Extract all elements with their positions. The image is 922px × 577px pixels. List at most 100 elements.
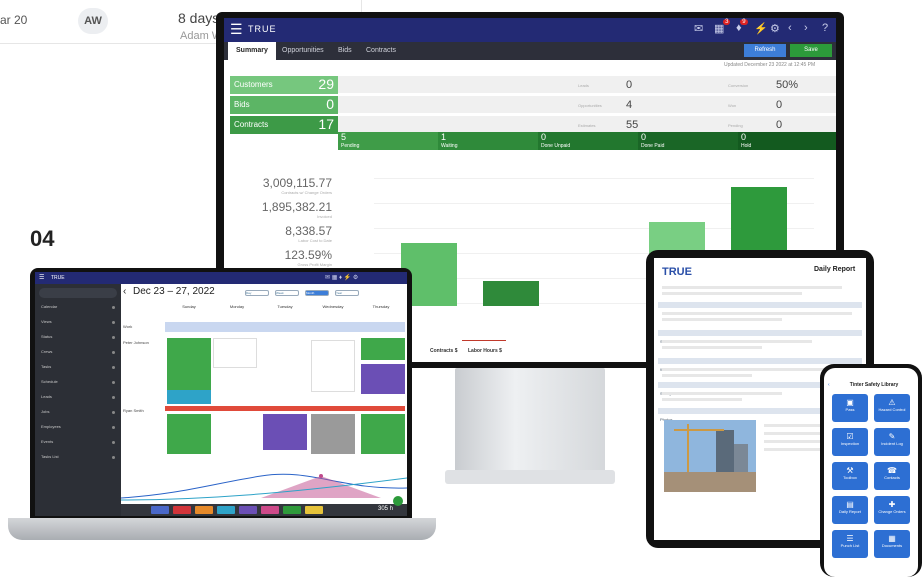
calendar-event[interactable] — [213, 338, 257, 368]
sidebar-item[interactable]: Leads — [41, 394, 117, 404]
sidebar-item[interactable]: Views — [41, 319, 117, 329]
refresh-button[interactable]: Refresh — [744, 44, 786, 57]
kpi-0[interactable]: Customers 29 — [230, 76, 338, 94]
sidebar-item[interactable]: Tasks List — [41, 454, 117, 464]
bolt-icon[interactable]: ⚡ — [754, 22, 768, 35]
calendar-event[interactable] — [361, 338, 405, 360]
prev-week-icon[interactable]: ‹ — [123, 286, 126, 297]
sidebar-item-dot — [112, 321, 115, 324]
status-tile[interactable]: 5 Pending — [338, 132, 438, 150]
red-span-event[interactable] — [165, 406, 405, 411]
phone-tile[interactable]: ⚠ Hazard Control — [874, 394, 910, 422]
sidebar-item[interactable]: Employees — [41, 424, 117, 434]
phone-tile[interactable]: ▤ Daily Report — [832, 496, 868, 524]
status-label: Pending — [341, 143, 360, 149]
laptop-hamburger-icon[interactable]: ☰ — [39, 274, 44, 281]
row-peter: Peter Johnson — [123, 340, 149, 345]
tab-bids[interactable]: Bids — [330, 42, 360, 60]
sidebar-item[interactable]: Tasks — [41, 364, 117, 374]
phone-tile[interactable]: ✎ Incident Log — [874, 428, 910, 456]
metric-block: 3,009,115.77 Contracts w/ Change Orders — [236, 176, 332, 195]
calendar-event[interactable] — [361, 414, 405, 454]
chart-bar — [483, 280, 540, 306]
stat-value: 4 — [626, 99, 633, 111]
phone-tile[interactable]: ⚒ Toolbox — [832, 462, 868, 490]
phone-tile[interactable]: ☎ Contacts — [874, 462, 910, 490]
forward-icon[interactable]: › — [804, 22, 808, 34]
tab-labor-hours[interactable]: Labor Hours $ — [468, 348, 502, 354]
sidebar-item-dot — [112, 306, 115, 309]
calendar-event[interactable] — [311, 340, 355, 392]
sidebar-item-dot — [112, 366, 115, 369]
laptop-device: ☰ TRUE ✉ ▦ ♦ ⚡ ⚙ Calendar Views Status Crew… — [30, 268, 412, 520]
sidebar-item-label: Employees — [41, 424, 61, 429]
gear-icon[interactable]: ⚙ — [770, 22, 780, 35]
status-count: 5 — [341, 132, 347, 142]
metric-value: 3,009,115.77 — [262, 176, 332, 190]
filter-chip[interactable] — [305, 506, 323, 514]
status-tile[interactable]: 0 Hold — [738, 132, 836, 150]
filter-chip[interactable] — [151, 506, 169, 514]
chat-icon[interactable]: ✉ — [694, 22, 703, 35]
view-button[interactable]: Year — [335, 290, 359, 296]
save-button[interactable]: Save — [790, 44, 832, 57]
back-icon[interactable]: ‹ — [788, 22, 792, 34]
sidebar-item[interactable]: Schedule — [41, 379, 117, 389]
bell-icon[interactable]: ♦ 9 — [736, 19, 748, 34]
tile-label: Change Orders — [878, 509, 906, 514]
phone-tile[interactable]: ☑ Inspection — [832, 428, 868, 456]
update-note: Updated December 23 2022 at 12:45 PM — [724, 62, 816, 68]
add-fab-button[interactable] — [393, 496, 403, 506]
view-button[interactable]: Day — [245, 290, 269, 296]
phone-tile[interactable]: ☰ Punch List — [832, 530, 868, 558]
status-tile[interactable]: 0 Done Paid — [638, 132, 738, 150]
calendar-event[interactable] — [167, 338, 211, 390]
phone-back-icon[interactable]: ‹ — [828, 382, 830, 388]
tab-summary[interactable]: Summary — [228, 42, 276, 60]
calendar-event[interactable] — [361, 364, 405, 394]
help-icon[interactable]: ? — [822, 22, 828, 34]
sidebar-item-label: Tasks List — [41, 454, 59, 459]
filter-chip[interactable] — [239, 506, 257, 514]
metric-label: Contracts w/ Change Orders — [281, 190, 332, 195]
phone-tile[interactable]: ✚ Change Orders — [874, 496, 910, 524]
filter-chip[interactable] — [217, 506, 235, 514]
tab-opportunities[interactable]: Opportunities — [274, 42, 332, 60]
avatar[interactable]: AW — [78, 8, 108, 34]
filter-chip[interactable] — [173, 506, 191, 514]
phone-tile[interactable]: ▣ Pass — [832, 394, 868, 422]
monitor-stand — [455, 368, 605, 478]
sidebar-item[interactable]: Crews — [41, 349, 117, 359]
report-section: Site Info — [658, 330, 862, 344]
view-button[interactable]: Week — [275, 290, 299, 296]
status-tile[interactable]: 1 Waiting — [438, 132, 538, 150]
tile-icon: ☑ — [846, 432, 854, 441]
phone-tile[interactable]: ▦ Documents — [874, 530, 910, 558]
calendar-event[interactable] — [311, 414, 355, 454]
laptop-toolbar-icons[interactable]: ✉ ▦ ♦ ⚡ ⚙ — [325, 274, 358, 281]
sidebar-item[interactable]: Status — [41, 334, 117, 344]
calendar-event[interactable] — [263, 414, 307, 450]
laptop-search[interactable] — [39, 288, 117, 298]
metric-value: 1,895,382.21 — [261, 200, 332, 214]
hamburger-icon[interactable]: ☰ — [230, 21, 243, 38]
tab-contracts-dollar[interactable]: Contracts $ — [430, 348, 458, 354]
tab-contracts[interactable]: Contracts — [358, 42, 404, 60]
allday-event[interactable] — [165, 322, 405, 332]
laptop-footer-toolbar: 305 h — [121, 504, 407, 516]
sidebar-item[interactable]: Jobs — [41, 409, 117, 419]
kpi-2[interactable]: Contracts 17 — [230, 116, 338, 134]
sidebar-item[interactable]: Calendar — [41, 304, 117, 314]
status-count: 0 — [741, 132, 747, 142]
calendar-event[interactable] — [167, 390, 211, 404]
status-tile[interactable]: 0 Done Unpaid — [538, 132, 638, 150]
calendar-event[interactable] — [167, 414, 211, 454]
kpi-1[interactable]: Bids 0 — [230, 96, 338, 114]
calendar-icon[interactable]: ▦ 3 — [714, 19, 731, 35]
filter-chip[interactable] — [195, 506, 213, 514]
view-button[interactable]: Month — [305, 290, 329, 296]
filter-chip[interactable] — [283, 506, 301, 514]
filter-chip[interactable] — [261, 506, 279, 514]
sidebar-item[interactable]: Events — [41, 439, 117, 449]
sidebar-item-dot — [112, 381, 115, 384]
